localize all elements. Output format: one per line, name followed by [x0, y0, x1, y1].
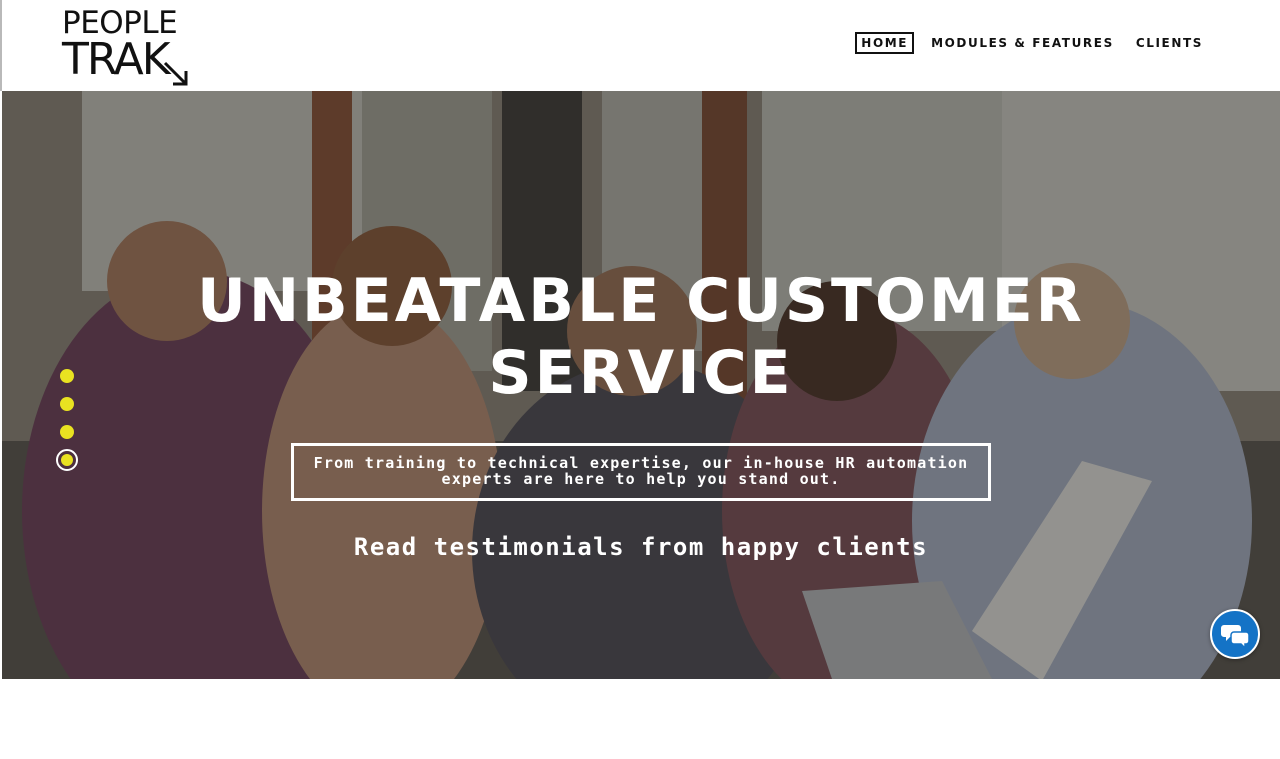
- hero-subtitle-line-1: From training to technical expertise, ou…: [313, 454, 969, 472]
- chat-bubbles-icon: [1221, 625, 1250, 649]
- logo-text-trak: TRAK: [62, 34, 171, 85]
- hero-subtitle-line-2: experts are here to help you stand out.: [441, 470, 841, 488]
- arrow-down-right-icon: [163, 61, 188, 86]
- testimonials-link[interactable]: Read testimonials from happy clients: [2, 533, 1280, 561]
- hero-subtitle-box: From training to technical expertise, ou…: [291, 443, 991, 501]
- hero-title-line-1: UNBEATABLE CUSTOMER: [197, 266, 1085, 336]
- slide-dot-3[interactable]: [60, 425, 74, 439]
- slide-dot-2[interactable]: [60, 397, 74, 411]
- peopletrak-logo[interactable]: PEOPLE TRAK: [62, 6, 192, 86]
- site-header: PEOPLE TRAK HOME MODULES & FEATURES CLIE…: [0, 0, 1280, 91]
- hero-title: UNBEATABLE CUSTOMER SERVICE: [2, 265, 1280, 409]
- main-nav: HOME MODULES & FEATURES CLIENTS: [843, 32, 1208, 54]
- live-chat-button[interactable]: [1210, 609, 1260, 659]
- hero-slider: UNBEATABLE CUSTOMER SERVICE From trainin…: [2, 91, 1280, 679]
- nav-modules-features[interactable]: MODULES & FEATURES: [926, 33, 1119, 53]
- nav-clients[interactable]: CLIENTS: [1131, 33, 1208, 53]
- nav-home[interactable]: HOME: [855, 32, 915, 54]
- slide-dot-4-active[interactable]: [56, 449, 78, 471]
- hero-title-line-2: SERVICE: [488, 338, 794, 408]
- slide-dot-1[interactable]: [60, 369, 74, 383]
- page: PEOPLE TRAK HOME MODULES & FEATURES CLIE…: [0, 0, 1280, 759]
